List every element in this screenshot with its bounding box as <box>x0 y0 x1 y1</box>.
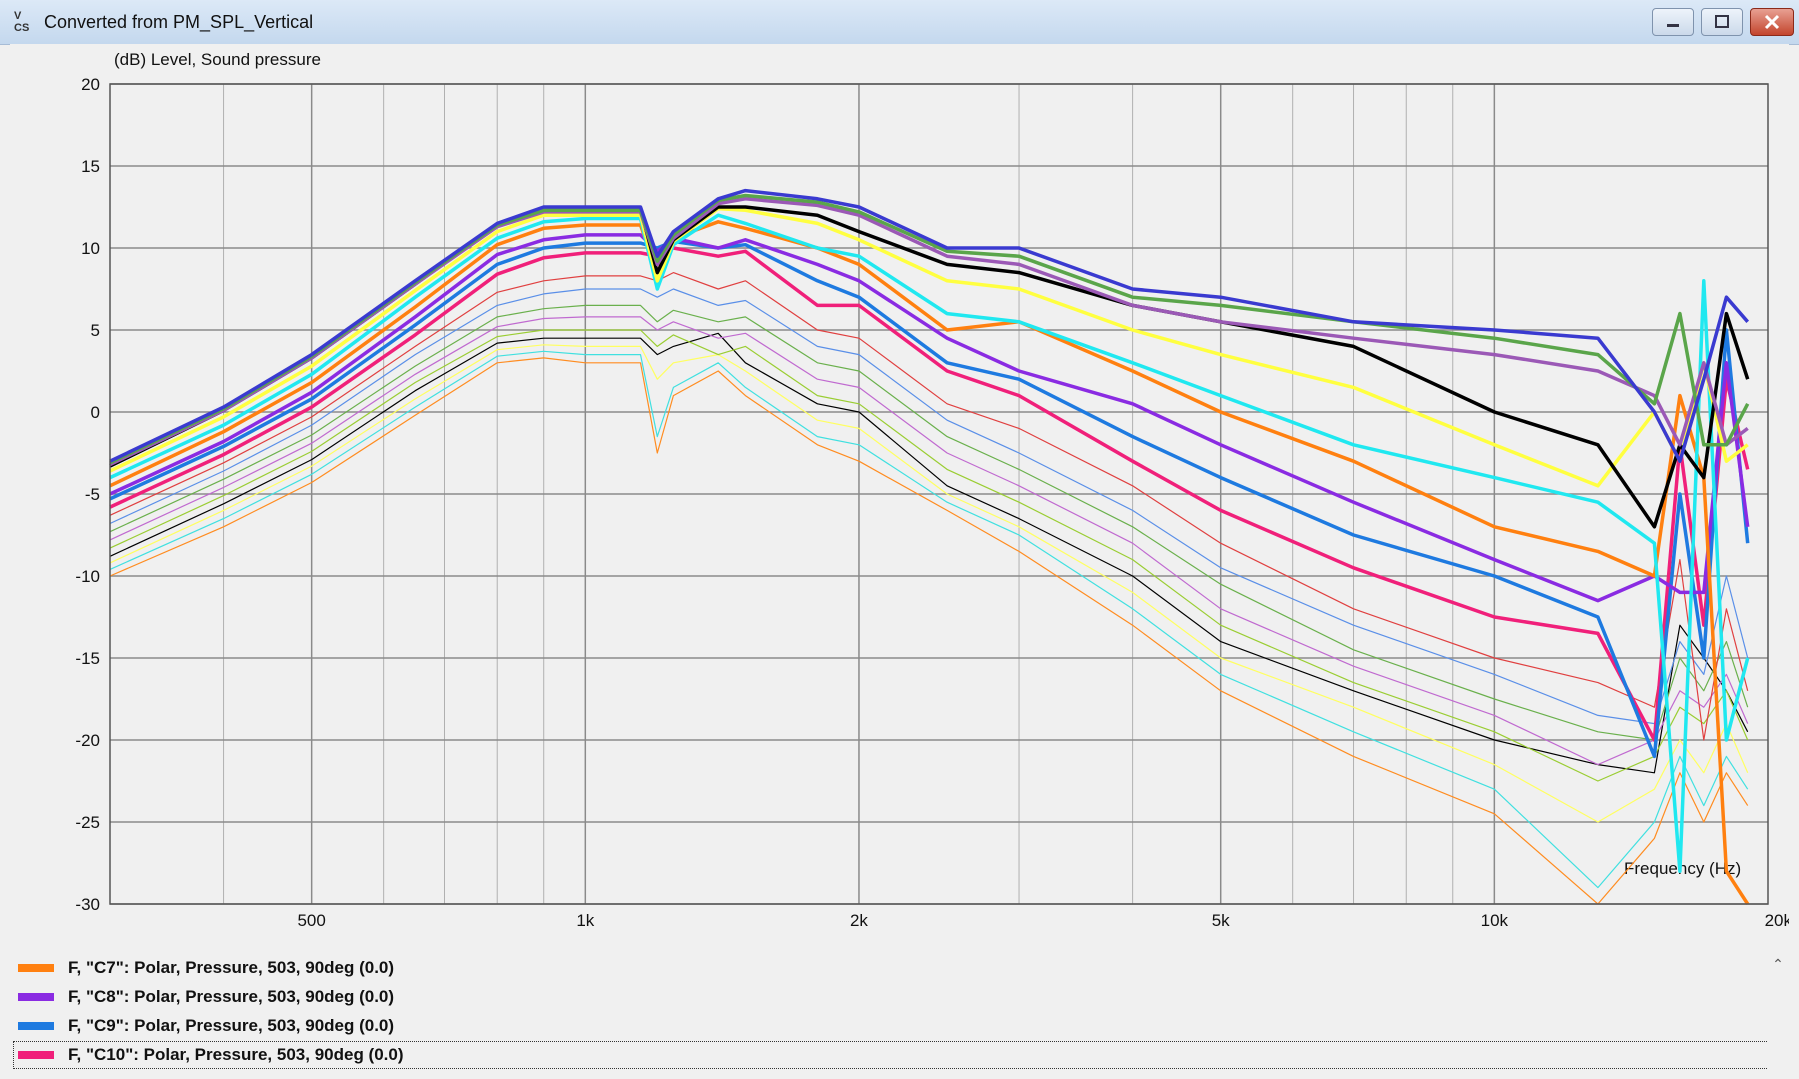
x-tick-label: 1k <box>576 911 594 930</box>
app-logo-icon: V CS <box>14 10 38 36</box>
series-line <box>109 239 1750 759</box>
maximize-button[interactable] <box>1701 8 1743 36</box>
y-tick-label: -20 <box>75 731 100 750</box>
series-line <box>109 332 1749 774</box>
y-tick-label: -30 <box>75 895 100 914</box>
y-tick-label: 20 <box>81 75 100 94</box>
x-tick-label: 500 <box>297 911 325 930</box>
minimize-icon <box>1667 24 1679 27</box>
minimize-button[interactable] <box>1652 8 1694 36</box>
grid-lines <box>110 83 1768 905</box>
series-line <box>109 344 1749 823</box>
y-tick-label: -15 <box>75 649 100 668</box>
window-title: Converted from PM_SPL_Vertical <box>44 12 314 32</box>
legend-item-c7[interactable]: F, "C7": Polar, Pressure, 503, 90deg (0.… <box>14 955 1774 981</box>
x-tick-label: 5k <box>1212 911 1230 930</box>
y-axis-label: (dB) Level, Sound pressure <box>114 50 321 69</box>
legend-scrollbar[interactable]: ⌃ <box>1767 952 1789 1079</box>
y-tick-label: 10 <box>81 239 100 258</box>
app-logo-text-top: V <box>14 10 22 22</box>
legend-swatch <box>18 1051 54 1059</box>
legend-label: F, "C8": Polar, Pressure, 503, 90deg (0.… <box>68 987 395 1006</box>
series-lines <box>109 188 1750 905</box>
app-logo-text-bottom: CS <box>14 22 30 34</box>
y-tick-label: -5 <box>85 485 100 504</box>
title-bar: V CS Converted from PM_SPL_Vertical <box>0 0 1799 45</box>
legend-item-c9[interactable]: F, "C9": Polar, Pressure, 503, 90deg (0.… <box>14 1013 1774 1039</box>
y-tick-label: -25 <box>75 813 100 832</box>
chevron-up-icon[interactable]: ⌃ <box>1767 956 1789 976</box>
legend-label: F, "C10": Polar, Pressure, 503, 90deg (0… <box>68 1045 404 1064</box>
legend-swatch <box>18 1022 54 1030</box>
legend-label: F, "C7": Polar, Pressure, 503, 90deg (0.… <box>68 958 395 977</box>
series-line <box>109 233 1750 603</box>
legend-item-c8[interactable]: F, "C8": Polar, Pressure, 503, 90deg (0.… <box>14 984 1774 1010</box>
y-tick-label: 5 <box>91 321 100 340</box>
spl-chart: (dB) Level, Sound pressure Frequency (Hz… <box>75 50 1792 930</box>
chart-area[interactable]: (dB) Level, Sound pressure Frequency (Hz… <box>10 44 1792 952</box>
legend-item-c10[interactable]: F, "C10": Polar, Pressure, 503, 90deg (0… <box>13 1041 1775 1069</box>
close-button[interactable] <box>1750 8 1794 36</box>
x-tick-label: 2k <box>850 911 868 930</box>
x-tick-label: 20k <box>1765 911 1789 930</box>
legend-swatch <box>18 993 54 1001</box>
close-icon <box>1764 14 1780 30</box>
legend-list[interactable]: F, "C7": Polar, Pressure, 503, 90deg (0.… <box>10 952 1780 1079</box>
y-tick-label: -10 <box>75 567 100 586</box>
legend-label: F, "C9": Polar, Pressure, 503, 90deg (0.… <box>68 1016 395 1035</box>
series-line <box>109 213 1750 873</box>
y-tick-label: 0 <box>91 403 100 422</box>
legend-swatch <box>18 964 54 972</box>
x-axis-label: Frequency (Hz) <box>1624 859 1741 878</box>
series-line <box>109 329 1749 782</box>
series-line <box>109 316 1749 766</box>
y-tick-label: 15 <box>81 157 100 176</box>
x-tick-label: 10k <box>1481 911 1509 930</box>
maximize-icon <box>1715 15 1729 28</box>
series-line <box>109 304 1749 741</box>
